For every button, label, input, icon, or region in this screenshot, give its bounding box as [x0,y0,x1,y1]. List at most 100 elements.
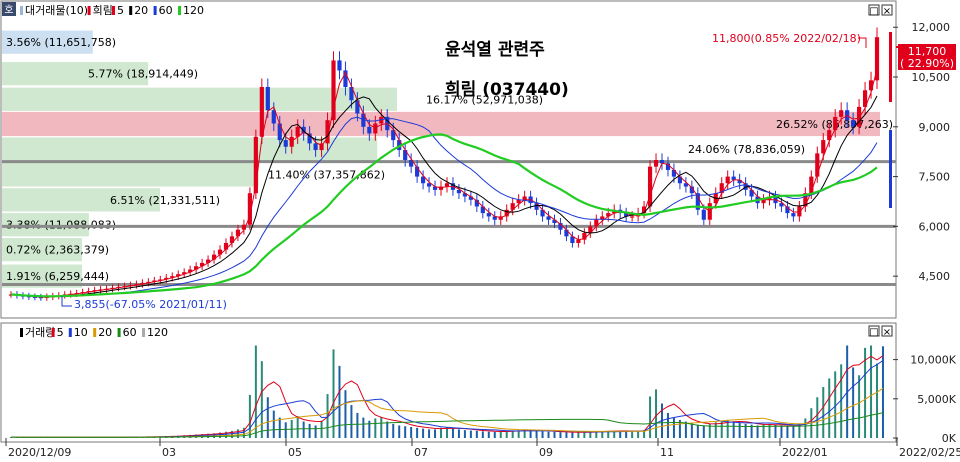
volume-bar [410,427,413,438]
legend-swatch [178,6,181,15]
price-tick-label: 7,500 [919,171,951,184]
volume-bar [876,363,879,438]
volume-bar [672,417,675,438]
volume-bar [732,421,735,438]
volume-bar [356,412,359,438]
legend-label: 120 [183,4,204,17]
volume-bar [631,431,634,438]
volume-bar [547,431,550,438]
legend-swatch [20,328,23,337]
volume-bar [302,421,305,438]
volume-bar [428,429,431,438]
legend-label: 60 [123,326,137,339]
maximize-icon: □ [869,6,878,17]
current-change: ( 22.90%) [900,57,954,70]
date-tick-label: 07 [414,446,428,459]
volume-maximize-icon: □ [869,327,878,338]
candle-body [337,60,342,71]
volume-profile-label: 5.77% (18,914,449) [88,68,198,81]
candle-body [331,60,336,121]
volume-bar [637,430,640,438]
date-tick-label: 05 [288,446,302,459]
date-tick-label: 2022/02/25 [899,446,960,459]
volume-bar [881,346,884,438]
date-tick-label: 2020/12/09 [8,446,71,459]
volume-bar [469,430,472,438]
volume-bar [350,405,353,438]
volume-bar [463,430,466,438]
stock-chart-window: 3.56% (11,651,758) 5.77% (18,914,449) 16.1… [0,0,960,462]
current-bar-up [889,32,892,102]
volume-bar [344,390,347,438]
volume-bar [858,375,861,438]
volume-bar [260,361,263,438]
volume-bar [451,428,454,438]
volume-bar [738,423,741,438]
candle-body [791,213,796,217]
volume-bar [822,387,825,438]
candle-body [444,183,450,187]
date-tick-label: 2022/01 [782,446,828,459]
legend-swatch [117,328,121,337]
candle-body [277,123,282,141]
volume-bar [828,378,831,438]
chart-canvas: 3.56% (11,651,758)5.77% (18,914,449)16.1… [0,0,960,459]
candle-body [851,120,856,127]
legend-label: 대거래물(10) [25,4,88,17]
volume-bar [535,430,538,438]
candle-body [653,160,659,167]
date-tick-label: 03 [162,446,176,459]
volume-bar [475,430,478,438]
volume-profile-label: 24.06% (78,836,059) [688,143,805,156]
price-tick-label: 10,500 [912,71,951,84]
candle-body [761,199,766,204]
volume-bar [852,367,855,438]
date-tick-label: 11 [660,446,674,459]
legend-swatch [153,6,157,15]
volume-bar [320,420,323,438]
chart-title: 윤석열 관련주 [445,40,545,60]
volume-bar [314,425,317,438]
volume-bar [499,431,502,438]
volume-bar [577,432,580,438]
legend-label: 거래량 [25,326,55,339]
volume-bar [834,371,837,438]
volume-bar [481,431,484,438]
legend-swatch [112,6,115,15]
candle-body [265,86,270,111]
volume-bar [756,425,759,438]
low-annotation: 3,855(-67.05% 2021/01/11) [74,298,227,311]
volume-bar [684,421,687,438]
candle-body [701,209,706,220]
legend-swatch [93,328,97,337]
candle-body [630,216,635,218]
candle-body [355,100,360,114]
volume-profile-band [2,162,259,187]
volume-bar [374,418,377,438]
volume-bar [308,423,311,438]
volume-bar [696,424,699,438]
volume-bar [404,426,407,438]
legend-label: 10 [74,326,88,339]
chart-subtitle: 희림 (037440) [445,80,569,100]
candle-body [259,86,264,137]
volume-bar [625,431,628,438]
volume-bar [386,421,389,438]
volume-bar [434,429,437,438]
date-tick-label: 09 [539,446,553,459]
candle-body [725,176,730,184]
price-tick-label: 6,000 [919,220,951,233]
volume-bar [870,345,873,438]
volume-bar [362,417,365,438]
high-annotation: 11,800(0.85% 2022/02/18) [712,32,861,45]
volume-bar [266,397,269,438]
candle-body [821,140,826,154]
legend-label: 20 [134,4,148,17]
volume-close-icon: × [883,327,891,338]
volume-bar [272,410,275,438]
volume-bar [571,432,574,438]
volume-bar [541,431,544,438]
volume-bar [392,423,395,438]
volume-bar [780,425,783,438]
volume-bar [338,365,341,438]
